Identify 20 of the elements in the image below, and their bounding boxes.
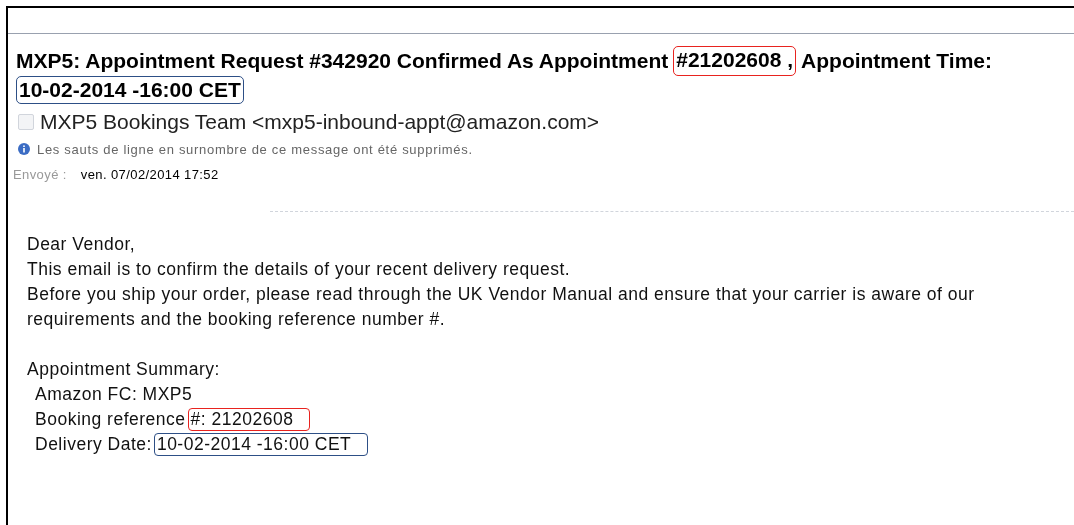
sent-date: ven. 07/02/2014 17:52 [80,166,219,184]
summary-title: Appointment Summary: [27,357,220,381]
subject-text: MXP5: Appointment Request #342920 Confirmed As Appointment [16,48,669,74]
checkbox[interactable] [18,113,34,130]
info-icon [18,143,30,156]
summary-value: #: 21202608 [187,407,311,431]
subject-text: #21202608 , [673,46,797,76]
summary-value: 10-02-2014 -16:00 CET [153,432,369,456]
summary-label: Delivery Date: [35,432,152,456]
subject-text: 10-02-2014 -16:00 CET [16,76,244,104]
summary-label: Booking reference [35,407,186,431]
sent-label: Envoyé : [13,166,67,184]
body-text: requirements and the booking reference number #. [27,307,445,331]
body-text: Dear Vendor, [27,232,136,256]
summary-label: Amazon FC: MXP5 [35,382,193,406]
body-text: This email is to confirm the details of your recent delivery request. [27,257,571,281]
body-text: Before you ship your order, please read through the UK Vendor Manual and ensure that your carrier is aware of our [27,282,975,306]
info-text: Les sauts de ligne en surnombre de ce message ont été supprimés. [37,140,473,159]
sender-text: MXP5 Bookings Team <mxp5-inbound-appt@amazon.com> [40,109,600,135]
subject-text: Appointment Time: [801,48,992,74]
